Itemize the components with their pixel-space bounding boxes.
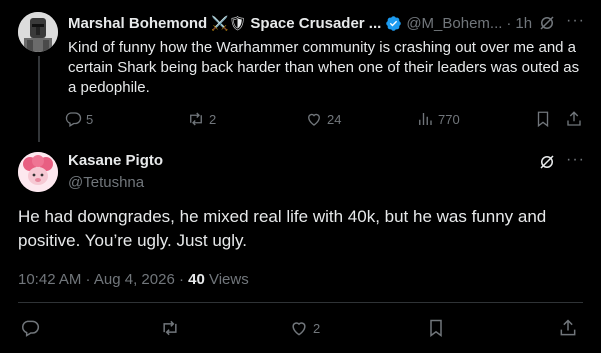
heart-icon (308, 113, 320, 126)
separator-dot: · (506, 14, 512, 32)
name-emoji: ⚔️🛡 (211, 14, 247, 31)
like-count: 2 (313, 320, 321, 336)
repost-icon (163, 320, 177, 336)
author-name[interactable]: Marshal Bohemond (68, 15, 207, 32)
tweet-timestamp[interactable]: 10:42 AM · Aug 4, 2026 · (18, 271, 188, 288)
repost-button[interactable]: 2 (187, 110, 216, 128)
like-button[interactable]: 2 (289, 318, 320, 338)
author-name-suffix[interactable]: Space Crusader ... (250, 15, 381, 32)
tweet-actions: 5 2 24 770 (62, 110, 592, 130)
reply-icon (65, 112, 82, 127)
parent-tweet[interactable]: Marshal Bohemond ⚔️🛡 Space Crusader ... … (0, 0, 601, 142)
views-icon (419, 113, 432, 125)
author-handle[interactable]: @M_Bohem... (406, 15, 502, 32)
thread-line (38, 56, 40, 142)
repost-button[interactable] (160, 318, 180, 338)
reply-button[interactable]: 5 (64, 110, 93, 128)
tweet-actions: 2 (18, 318, 588, 342)
share-button[interactable] (558, 318, 578, 338)
views-label: Views (208, 271, 249, 288)
more-icon[interactable]: ··· (566, 151, 585, 169)
verified-badge-icon (386, 15, 402, 31)
share-icon (560, 319, 576, 336)
grok-icon[interactable] (538, 14, 556, 32)
like-count: 24 (327, 111, 342, 127)
bookmark-button[interactable] (426, 318, 446, 338)
tweet-text: He had downgrades, he mixed real life wi… (18, 207, 547, 250)
reply-icon (22, 320, 40, 337)
tweet-text: Kind of funny how the Warhammer communit… (68, 39, 580, 96)
bookmark-icon (430, 319, 442, 337)
author-handle[interactable]: @Tetushna (68, 174, 144, 191)
repost-count: 2 (209, 111, 217, 127)
like-button[interactable]: 24 (305, 110, 341, 128)
views-button[interactable]: 770 (416, 110, 460, 128)
grok-icon[interactable] (538, 153, 556, 171)
more-icon[interactable]: ··· (566, 12, 585, 30)
avatar[interactable] (18, 152, 58, 192)
repost-icon (190, 112, 202, 126)
tweet-meta: 10:42 AM · Aug 4, 2026 · 40 Views (18, 271, 249, 288)
share-icon (567, 111, 581, 126)
author-name[interactable]: Kasane Pigto (68, 152, 163, 169)
share-button[interactable] (565, 110, 583, 128)
avatar[interactable] (18, 12, 58, 52)
heart-icon (292, 322, 306, 336)
bookmark-button[interactable] (534, 110, 552, 128)
views-count: 40 (188, 271, 205, 288)
views-count: 770 (438, 111, 460, 127)
reply-count: 5 (86, 111, 94, 127)
divider (18, 302, 583, 303)
bookmark-icon (537, 111, 549, 128)
reply-button[interactable] (20, 318, 40, 338)
tweet-time[interactable]: 1h (515, 15, 532, 32)
tweet-header: Marshal Bohemond ⚔️🛡 Space Crusader ... … (68, 13, 532, 33)
